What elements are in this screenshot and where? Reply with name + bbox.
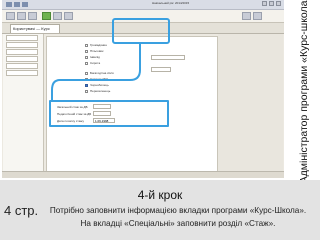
connector-line — [51, 44, 141, 100]
page-label: 4 стр. — [4, 203, 39, 218]
step-description-line-2: На вкладці «Спеціальні» заповнити розділ… — [80, 219, 276, 228]
step-description-line-1: Потрібно заповнити інформацією вкладки п… — [49, 206, 307, 215]
step-title: 4-й крок — [137, 188, 183, 202]
vertical-caption-area: Адміністратор програми «Курс-школа» — [288, 0, 320, 183]
vertical-caption: Адміністратор програми «Курс-школа» — [298, 0, 310, 184]
